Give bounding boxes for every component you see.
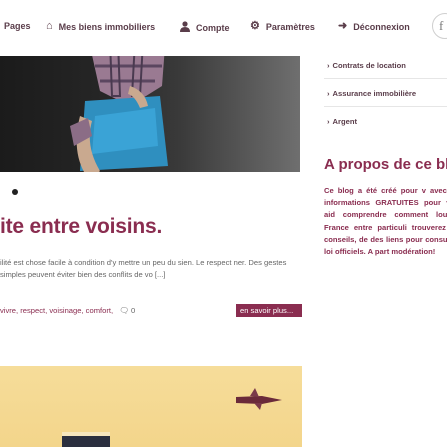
carousel-indicator[interactable] — [12, 189, 18, 195]
nav-pages-label: Pages — [4, 21, 31, 31]
nav-deconnexion[interactable]: ➜ Déconnexion — [338, 21, 410, 32]
sidebar-link-assurance[interactable]: Assurance immobilière — [327, 89, 417, 98]
nav-mes-biens[interactable]: ⌂ Mes biens immobiliers — [46, 21, 155, 32]
post-title[interactable]: ite entre voisins. — [0, 215, 162, 239]
read-more-button[interactable]: en savoir plus... — [236, 304, 302, 317]
nav-compte-label: Compte — [196, 23, 230, 33]
comment-icon: 🗨 — [119, 306, 129, 315]
nav-pages[interactable]: Pages — [4, 21, 31, 31]
post-tags[interactable]: vivre, respect, voisinage, comfort, — [0, 306, 113, 315]
post-meta: vivre, respect, voisinage, comfort, 🗨 0 — [0, 306, 135, 315]
sidebar-divider — [324, 106, 447, 107]
sidebar-divider — [324, 78, 447, 79]
sidebar-link-argent[interactable]: Argent — [327, 117, 357, 126]
airplane-illustration — [62, 388, 282, 447]
nav-compte[interactable]: Compte — [180, 21, 230, 35]
logout-icon: ➜ — [338, 20, 348, 32]
user-icon — [180, 21, 190, 35]
nav-parametres-label: Paramètres — [265, 21, 315, 32]
nav-parametres[interactable]: ⚙ Paramètres — [250, 21, 315, 32]
top-navigation: Pages ⌂ Mes biens immobiliers Compte ⚙ P… — [0, 0, 447, 52]
hero-image — [0, 56, 300, 172]
sidebar-link-contrats[interactable]: Contrats de location — [327, 61, 406, 70]
comments-count[interactable]: 🗨 0 — [119, 306, 135, 315]
nav-deconnexion-label: Déconnexion — [353, 21, 410, 32]
sidebar-about-title: A propos de ce blog — [324, 156, 447, 173]
home-icon: ⌂ — [46, 20, 53, 32]
second-post-image — [0, 366, 302, 447]
person-illustration — [70, 56, 168, 172]
comments-count-value: 0 — [131, 306, 136, 315]
sidebar-about-box: Ce blog a été créé pour v avec des infor… — [324, 185, 447, 335]
nav-mes-biens-label: Mes biens immobiliers — [58, 21, 156, 32]
facebook-icon[interactable]: f — [432, 13, 447, 39]
post-excerpt: ilité est chose facile à condition d'y m… — [0, 258, 287, 279]
sidebar-about-text: Ce blog a été créé pour v avec des infor… — [324, 186, 447, 257]
gears-icon: ⚙ — [250, 20, 260, 32]
